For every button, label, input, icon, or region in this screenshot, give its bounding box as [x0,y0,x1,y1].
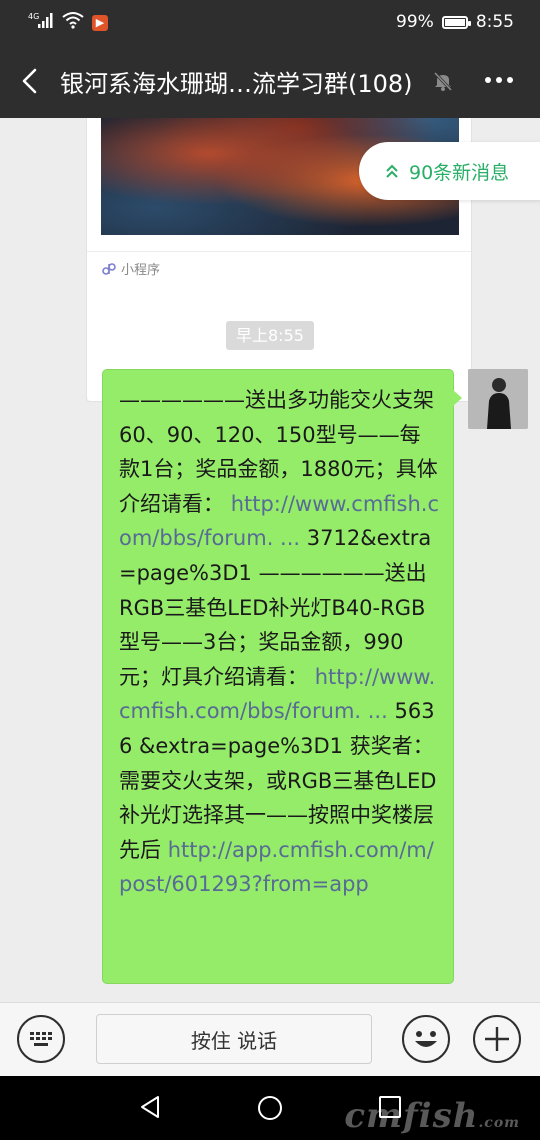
circle-home-icon [258,1096,282,1120]
message-bubble[interactable]: ——————送出多功能交火支架60、90、120、150型号——每款1台；奖品金… [102,369,462,984]
watermark: cmfish.com [344,1096,520,1136]
plus-icon [485,1027,509,1051]
notification-app-icon: ▶ [92,14,108,31]
status-bar: 4G ▶ 99% 8:55 [0,0,540,44]
timestamp: 早上8:55 [226,321,314,350]
double-chevron-up-icon [386,164,398,178]
mute-bell-icon [432,70,454,96]
back-arrow-icon [22,68,37,94]
avatar-image [468,369,528,429]
smiley-icon [415,1031,437,1047]
nav-home-button[interactable] [257,1095,283,1125]
clock: 8:55 [475,12,514,32]
mini-program-footer: 小程序 [101,259,160,278]
mini-program-icon [102,262,116,275]
triangle-back-icon [141,1096,159,1118]
svg-text:4G: 4G [28,12,39,21]
battery-percent: 99% [396,12,434,32]
chat-header: 银河系海水珊瑚…流学习群(108) [0,44,540,118]
chat-area[interactable]: 小程序 90条新消息 早上8:55 ——————送出多功能交火支架60、90、1… [0,118,540,1002]
nav-back-button[interactable] [138,1094,164,1124]
more-functions-button[interactable] [473,1015,521,1063]
new-messages-label: 90条新消息 [409,161,510,184]
input-bar: 按住 说话 [0,1002,540,1076]
signal-icon: 4G [28,11,54,34]
avatar[interactable] [468,369,528,429]
watermark-suffix: .com [478,1115,520,1131]
wifi-icon [62,11,84,34]
battery-icon [441,15,471,29]
divider [87,251,471,252]
new-messages-button[interactable]: 90条新消息 [359,142,540,200]
hold-to-talk-button[interactable]: 按住 说话 [96,1014,372,1064]
keyboard-toggle-button[interactable] [17,1015,65,1063]
more-dots-icon [485,77,513,83]
emoji-button[interactable] [402,1015,450,1063]
more-options-button[interactable] [482,68,516,92]
watermark-main: cmfish [344,1096,479,1136]
keyboard-icon [30,1032,52,1046]
mini-program-label: 小程序 [121,263,161,278]
chat-title: 银河系海水珊瑚…流学习群(108) [60,70,413,98]
back-button[interactable] [14,62,48,100]
message-link[interactable]: http://app.cmfish.com/m/post/601293?from… [119,838,434,897]
